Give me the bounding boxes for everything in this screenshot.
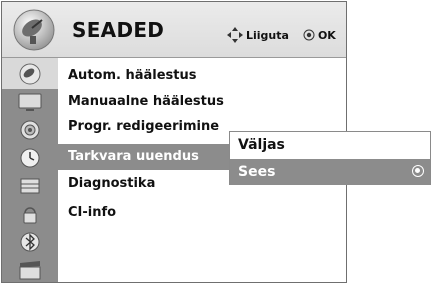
sidebar-clock-icon[interactable] xyxy=(2,142,58,173)
bluetooth-icon xyxy=(20,232,40,251)
sidebar-satellite-dish-icon[interactable] xyxy=(2,58,58,89)
menu-item-software-update[interactable]: Tarkvara uuendus xyxy=(58,144,230,170)
clock-icon xyxy=(20,148,40,167)
sidebar-bluetooth-icon[interactable] xyxy=(2,226,58,257)
hint-ok-label: OK xyxy=(317,28,336,42)
satellite-dish-icon xyxy=(19,63,41,84)
menu-item-manual-tuning[interactable]: Manuaalne häälestus xyxy=(58,89,346,115)
media-icon xyxy=(19,260,41,279)
ok-button-icon xyxy=(303,29,315,41)
speaker-icon xyxy=(20,120,40,139)
tv-icon xyxy=(18,93,42,111)
menu-item-label: Diagnostika xyxy=(68,176,156,191)
hint-move-label: Liiguta xyxy=(246,28,289,42)
menu-item-auto-tuning[interactable]: Autom. häälestus xyxy=(58,63,346,89)
option-label: Sees xyxy=(238,164,276,180)
sidebar-speaker-icon[interactable] xyxy=(2,114,58,145)
input-icon xyxy=(23,206,37,223)
radio-selected-icon xyxy=(412,165,424,177)
menu-item-label: Autom. häälestus xyxy=(68,68,197,83)
sidebar-media-icon[interactable] xyxy=(2,254,58,285)
menu-header: SEADED Liiguta OK xyxy=(2,2,346,58)
lock-icon xyxy=(20,178,40,193)
satellite-dish-icon xyxy=(13,9,55,51)
arrows-icon xyxy=(227,27,243,43)
menu-item-label: Tarkvara uuendus xyxy=(68,149,199,164)
navigation-hint: Liiguta OK xyxy=(227,27,336,43)
option-off[interactable]: Väljas xyxy=(230,132,430,158)
menu-item-label: Manuaalne häälestus xyxy=(68,94,224,109)
sidebar-tv-icon[interactable] xyxy=(2,86,58,117)
sidebar-lock-icon[interactable] xyxy=(2,170,58,201)
menu-item-label: CI-info xyxy=(68,205,117,220)
software-update-submenu: Väljas Sees xyxy=(229,131,431,185)
sidebar-input-icon[interactable] xyxy=(2,198,58,229)
menu-item-ci-info[interactable]: CI-info xyxy=(58,200,346,226)
menu-item-label: Progr. redigeerimine xyxy=(68,119,220,134)
option-label: Väljas xyxy=(238,137,285,153)
option-on[interactable]: Sees xyxy=(230,159,430,185)
category-sidebar xyxy=(2,58,58,282)
page-title: SEADED xyxy=(72,18,165,42)
